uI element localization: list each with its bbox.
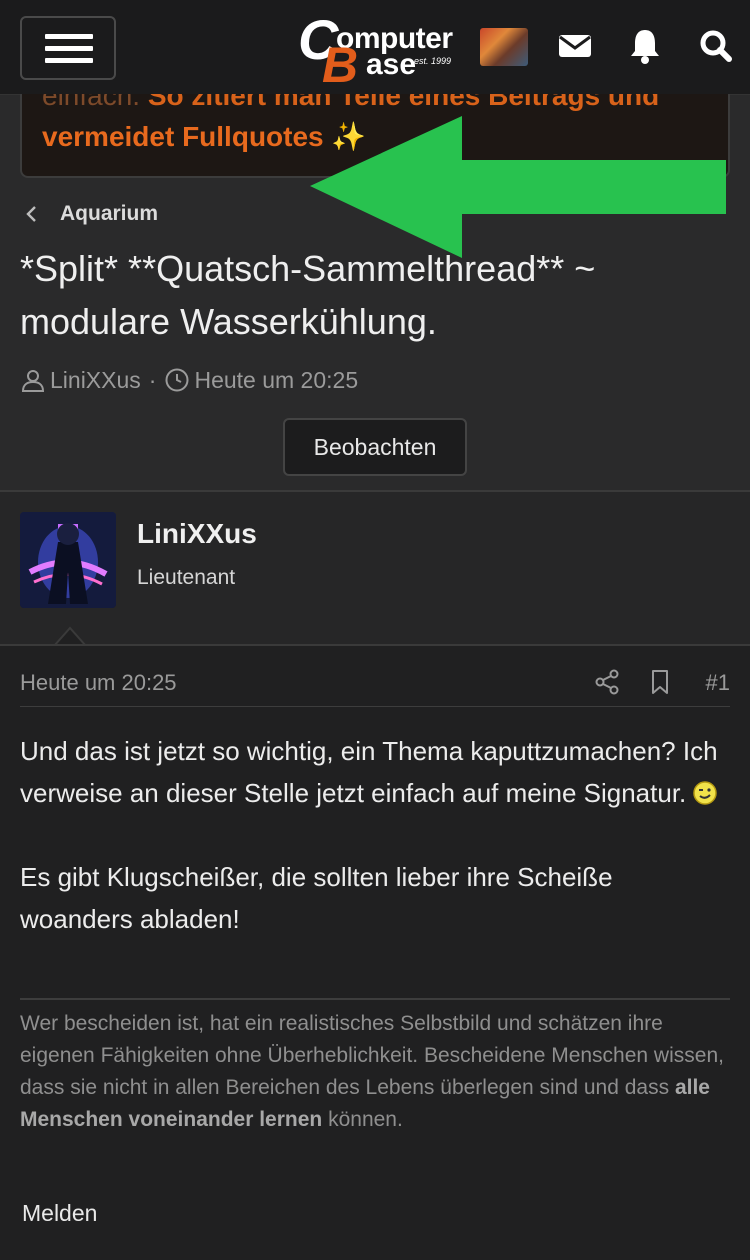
clock-icon <box>165 368 189 392</box>
logo-letter-b: B <box>322 37 359 93</box>
post-user-block: LiniXXus Lieutenant <box>0 492 750 644</box>
bookmark-icon[interactable] <box>648 668 672 696</box>
avatar[interactable] <box>20 512 116 608</box>
chevron-left-icon <box>26 206 36 222</box>
avatar-art <box>20 512 116 608</box>
signature: Wer bescheiden ist, hat ein realistische… <box>20 1008 732 1136</box>
search-icon[interactable] <box>696 24 736 68</box>
banner-line-1: einfach. So zitiert man Teile eines Beit… <box>42 94 659 112</box>
post-date[interactable]: Heute um 20:25 <box>20 670 177 696</box>
menu-icon-bar <box>45 46 93 51</box>
pointer-notch <box>54 626 86 646</box>
banner-prefix: einfach. <box>42 94 148 111</box>
bell-icon[interactable] <box>626 24 666 68</box>
user-rank: Lieutenant <box>137 566 236 589</box>
post: Heute um 20:25 #1 Und das ist jetzt so w… <box>0 644 750 1260</box>
thread-meta: LiniXXus · Heute um 20:25 <box>20 362 358 398</box>
breadcrumb[interactable]: Aquarium <box>22 196 158 232</box>
thread-title: *Split* **Quatsch-Sammelthread** ~ modul… <box>20 248 596 342</box>
logo-word-base: ase <box>366 48 417 81</box>
breadcrumb-label: Aquarium <box>60 202 159 225</box>
green-arrow-annotation <box>310 116 726 258</box>
menu-icon-bar <box>45 58 93 63</box>
post-username[interactable]: LiniXXus <box>137 518 257 550</box>
post-paragraph: Es gibt Klugscheißer, die sollten lieber… <box>20 862 613 934</box>
report-link[interactable]: Melden <box>22 1200 97 1227</box>
meta-separator: · <box>148 366 157 393</box>
user-icon <box>21 370 45 392</box>
banner-link-text-2: vermeidet Fullquotes <box>42 121 324 152</box>
divider <box>20 706 730 707</box>
mail-icon[interactable] <box>556 24 596 68</box>
post-content: Und das ist jetzt so wichtig, ein Thema … <box>20 730 732 940</box>
post-number[interactable]: #1 <box>706 670 730 696</box>
signature-text: Wer bescheiden ist, hat ein realistische… <box>20 1012 724 1099</box>
top-header: C omputer B ase est. 1999 <box>0 0 750 95</box>
menu-button[interactable] <box>20 16 116 80</box>
thread-author[interactable]: LiniXXus <box>50 367 141 394</box>
menu-icon-bar <box>45 34 93 39</box>
share-icon[interactable] <box>594 668 620 696</box>
account-avatar[interactable] <box>480 28 528 66</box>
post-meta: Heute um 20:25 #1 <box>20 668 730 698</box>
banner-link-text: So zitiert man Teile eines Beitrags und <box>147 94 660 111</box>
logo-est: est. 1999 <box>414 56 452 66</box>
post-paragraph: Und das ist jetzt so wichtig, ein Thema … <box>20 730 732 814</box>
signature-divider <box>20 998 730 1000</box>
watch-button[interactable]: Beobachten <box>283 418 467 476</box>
post-paragraph-text: Und das ist jetzt so wichtig, ein Thema … <box>20 736 718 808</box>
wink-smiley-icon <box>693 781 718 805</box>
computerbase-logo[interactable]: C omputer B ase est. 1999 <box>296 10 456 91</box>
thread-time[interactable]: Heute um 20:25 <box>194 367 358 394</box>
signature-end: können. <box>322 1108 403 1131</box>
